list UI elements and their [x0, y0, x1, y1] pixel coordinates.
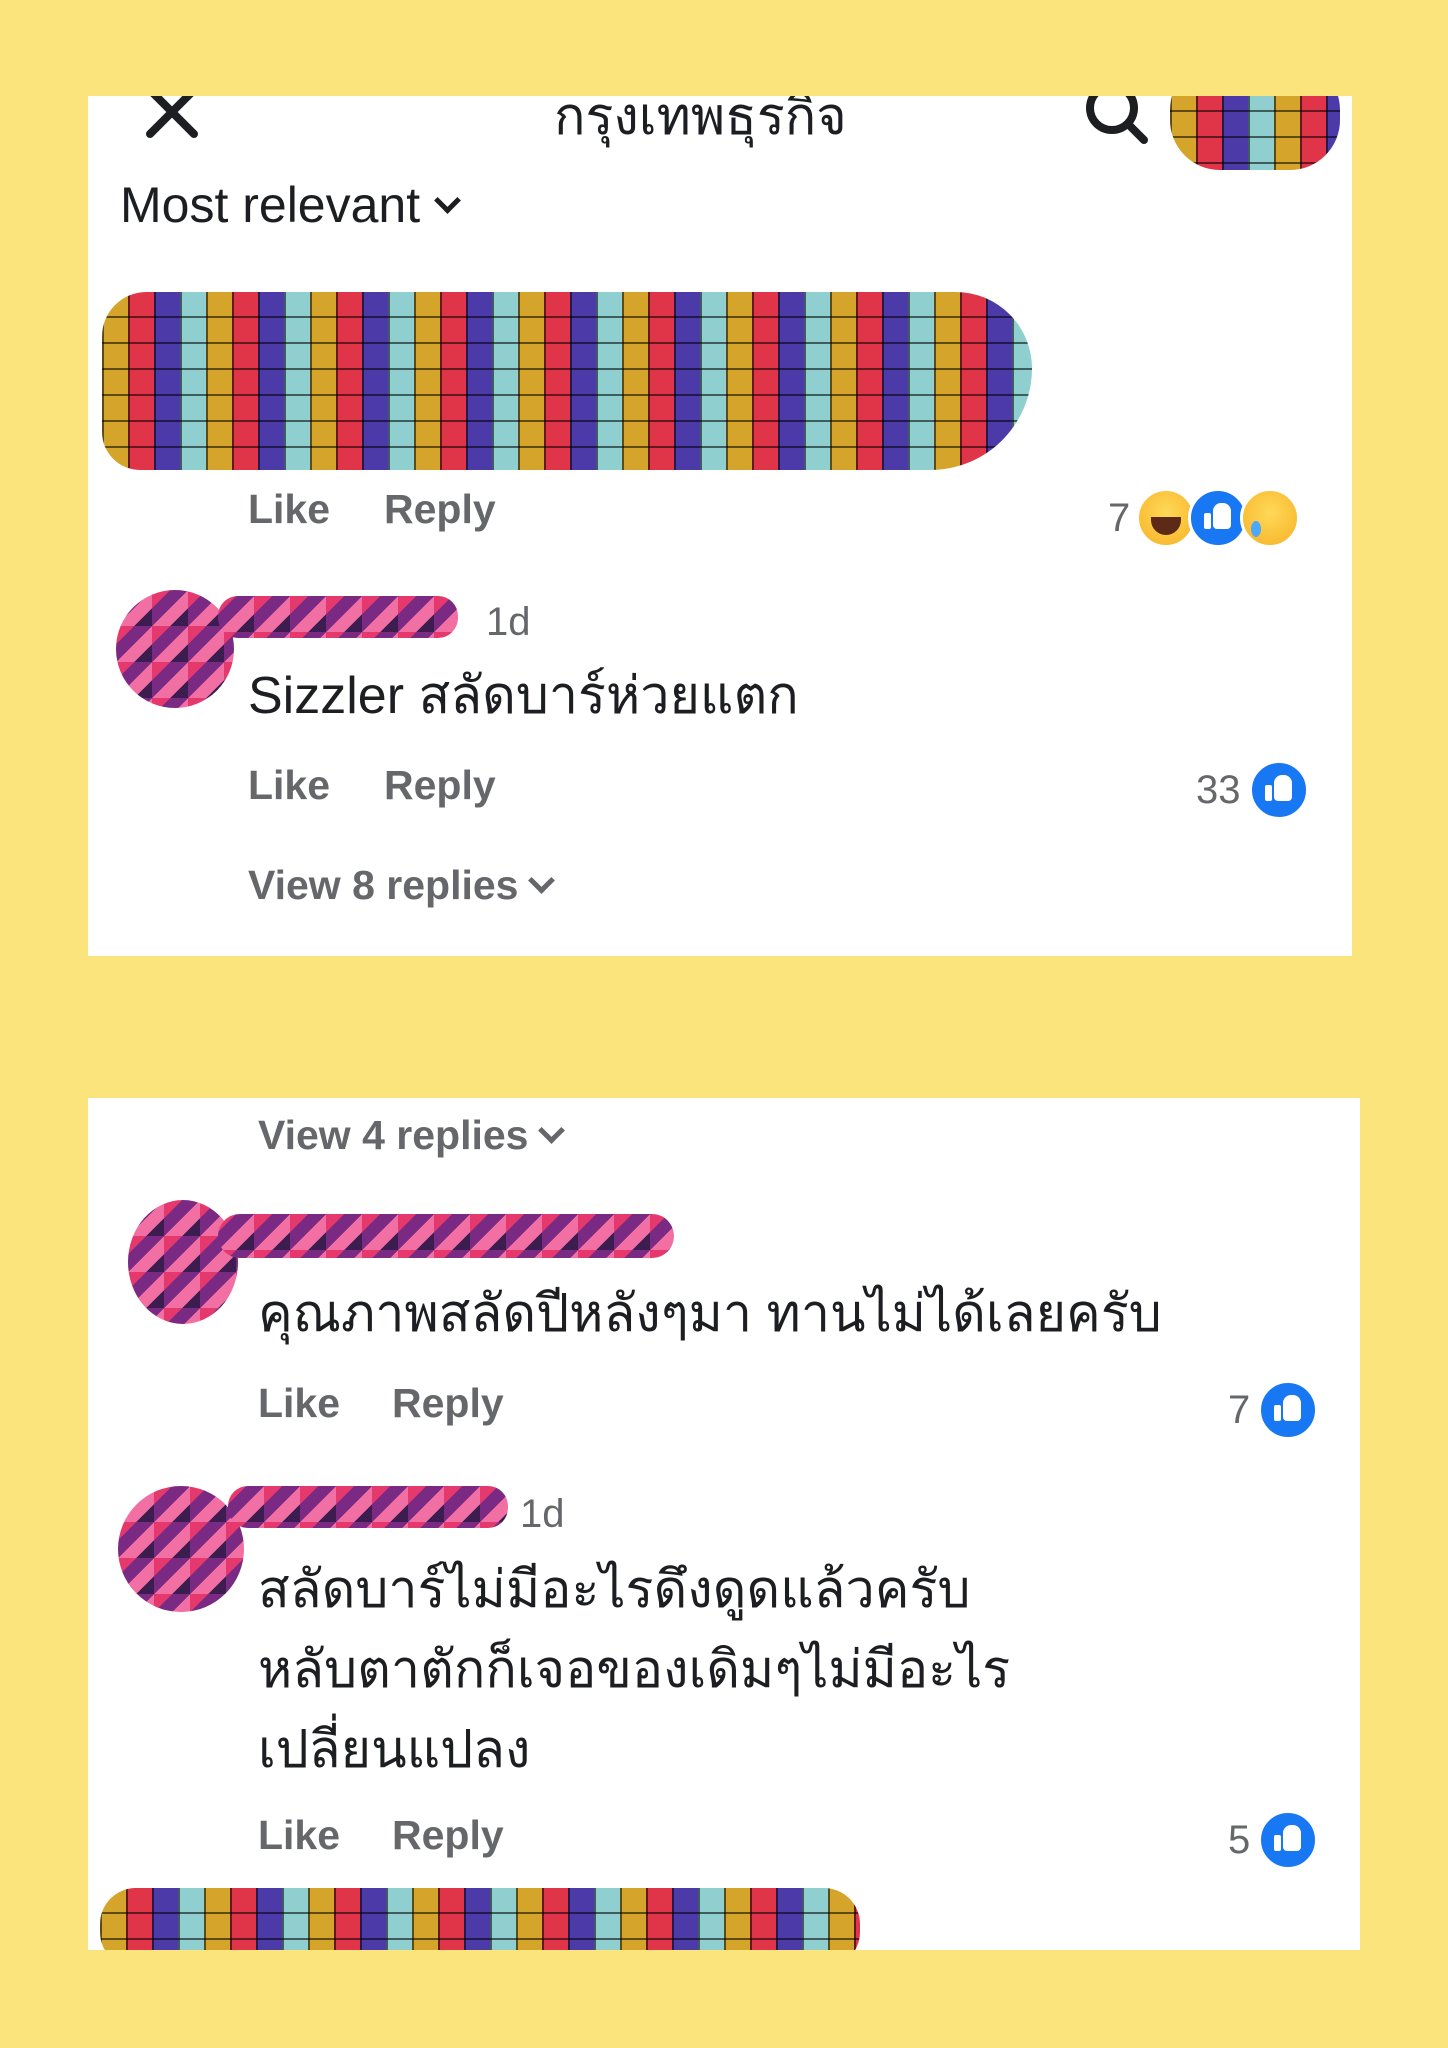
haha-icon	[1136, 488, 1197, 548]
reply-button[interactable]: Reply	[392, 1380, 504, 1427]
reply-button[interactable]: Reply	[392, 1812, 504, 1859]
avatar	[128, 1200, 238, 1324]
reaction-count: 7	[1228, 1387, 1251, 1432]
comment-text: คุณภาพสลัดปีหลังๆมา ทานไม่ได้เลยครับ	[258, 1285, 1162, 1343]
chevron-down-icon	[538, 1117, 566, 1144]
view-replies-label: View 8 replies	[248, 862, 519, 908]
avatar	[116, 590, 234, 708]
reaction-summary[interactable]: 33	[1196, 760, 1309, 820]
chevron-down-icon	[434, 186, 462, 214]
close-icon[interactable]	[142, 96, 202, 142]
avatar	[118, 1486, 244, 1612]
search-icon[interactable]	[1082, 96, 1152, 148]
like-icon	[1248, 760, 1309, 820]
comments-panel-bottom: View 4 replies คุณภาพสลัดปีหลังๆมา ทานไม…	[88, 1098, 1360, 1950]
reaction-count: 33	[1196, 767, 1241, 812]
redacted-comment-content	[102, 292, 1032, 470]
comments-panel-top: กรุงเทพธุรกิจ Most relevant Like Reply 7…	[88, 96, 1352, 956]
reaction-count: 5	[1228, 1817, 1251, 1862]
redacted-comment-content	[100, 1888, 860, 1950]
like-button[interactable]: Like	[258, 1812, 340, 1859]
redacted-profile-avatar	[1170, 96, 1340, 170]
reaction-summary[interactable]: 7	[1108, 488, 1301, 548]
reaction-summary[interactable]: 7	[1228, 1380, 1319, 1440]
chevron-down-icon	[528, 867, 556, 894]
comment-timestamp: 1d	[486, 600, 531, 644]
like-icon	[1258, 1810, 1319, 1870]
redacted-author-name	[228, 1486, 508, 1528]
sort-label: Most relevant	[120, 177, 421, 233]
like-button[interactable]: Like	[248, 762, 330, 809]
reply-button[interactable]: Reply	[384, 486, 496, 533]
sad-icon	[1240, 488, 1301, 548]
redacted-author-name	[218, 1214, 674, 1258]
reaction-summary[interactable]: 5	[1228, 1810, 1319, 1870]
view-replies-button[interactable]: View 8 replies	[248, 862, 556, 909]
like-button[interactable]: Like	[248, 486, 330, 533]
reply-button[interactable]: Reply	[384, 762, 496, 809]
sort-dropdown[interactable]: Most relevant	[120, 176, 462, 234]
view-replies-label: View 4 replies	[258, 1112, 529, 1158]
reaction-count: 7	[1108, 495, 1131, 540]
like-button[interactable]: Like	[258, 1380, 340, 1427]
like-icon	[1188, 488, 1249, 548]
redacted-author-name	[218, 596, 458, 638]
comment-text: Sizzler สลัดบาร์ห่วยแตก	[248, 667, 799, 725]
comment-timestamp: 1d	[520, 1492, 565, 1536]
like-icon	[1258, 1380, 1319, 1440]
comment-text: สลัดบาร์ไม่มีอะไรดึงดูดแล้วครับ หลับตาตั…	[258, 1561, 1011, 1779]
view-replies-button[interactable]: View 4 replies	[258, 1112, 566, 1159]
page-title: กรุงเทพธุรกิจ	[554, 96, 847, 146]
